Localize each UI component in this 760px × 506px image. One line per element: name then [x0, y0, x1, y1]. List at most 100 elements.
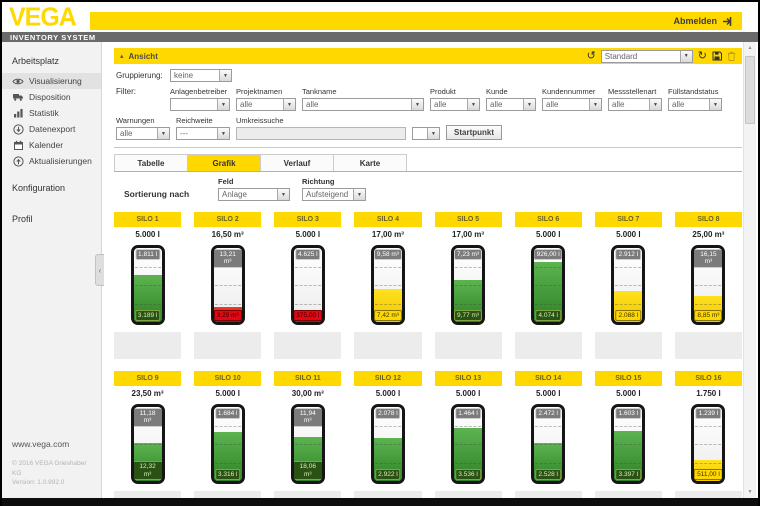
sidebar-item-datenexport[interactable]: Datenexport	[2, 121, 101, 137]
history-icon[interactable]: ↺	[587, 51, 596, 62]
projektnamen-select[interactable]: alle ▼	[236, 98, 296, 111]
subtitle-text: INVENTORY SYSTEM	[2, 33, 96, 42]
silo-empty-value: 11,18 m³	[132, 408, 163, 427]
filter-label: Filter:	[116, 87, 164, 96]
anlagenbetreiber-select[interactable]: ▼	[170, 98, 230, 111]
silo-tank: 2.912 l 2.088 l	[611, 245, 645, 325]
silo-capacity: 1.750 l	[675, 386, 742, 401]
sort-direction-select[interactable]: Aufsteigend ▼	[302, 188, 366, 201]
tab-karte[interactable]: Karte	[333, 154, 407, 171]
sidebar-item-label: Statistik	[29, 108, 59, 118]
sidebar-section-profil[interactable]: Profil	[2, 214, 101, 224]
sort-label: Sortierung nach	[124, 189, 206, 201]
scroll-down-icon[interactable]: ▼	[744, 486, 756, 498]
gruppierung-select[interactable]: keine ▼	[170, 69, 232, 82]
gruppierung-label: Gruppierung:	[116, 71, 164, 80]
tab-grafik[interactable]: Grafik	[187, 154, 261, 171]
silo-card[interactable]: SILO 8 25,00 m³ 16,15 m³ 8,85 m³	[675, 212, 742, 359]
silo-card[interactable]: SILO 14 5.000 l 2.472 l 2.528 l	[515, 371, 582, 498]
silo-title: SILO 4	[354, 212, 421, 227]
sidebar-item-disposition[interactable]: Disposition	[2, 89, 101, 105]
silo-card[interactable]: SILO 12 5.000 l 2.078 l 2.922 l	[354, 371, 421, 498]
silo-card[interactable]: SILO 3 5.000 l 4.625 l 375,00 l	[274, 212, 341, 359]
refresh-icon[interactable]: ↻	[698, 51, 707, 62]
silo-card[interactable]: SILO 9 23,50 m³ 11,18 m³ 12,32 m³	[114, 371, 181, 498]
tank-gridline	[535, 267, 561, 268]
messstellenart-select[interactable]: alle ▼	[608, 98, 662, 111]
produkt-select[interactable]: alle ▼	[430, 98, 480, 111]
silo-capacity: 5.000 l	[194, 386, 261, 401]
tank-gridline	[615, 304, 641, 305]
fuellstandstatus-select[interactable]: alle ▼	[668, 98, 722, 111]
silo-empty-value: 1.239 l	[696, 408, 722, 419]
collapse-left-icon: ‹	[99, 266, 102, 275]
silo-fill-value: 3.189 l	[135, 310, 161, 321]
sidebar-item-visualisierung[interactable]: Visualisierung	[2, 73, 101, 89]
trash-icon[interactable]	[727, 51, 736, 61]
tank-gridline	[615, 285, 641, 286]
sidebar-item-kalender[interactable]: Kalender	[2, 137, 101, 153]
reichweite-select[interactable]: --- ▼	[176, 127, 230, 140]
tank-gridline	[535, 285, 561, 286]
sidebar-collapse-handle[interactable]: ‹	[95, 254, 104, 286]
sort-field-select[interactable]: Anlage ▼	[218, 188, 290, 201]
kunde-select[interactable]: alle ▼	[486, 98, 536, 111]
logout-button[interactable]: Abmelden	[673, 16, 717, 26]
silo-capacity: 17,00 m³	[435, 227, 502, 242]
scrollbar-thumb[interactable]	[745, 56, 755, 124]
sidebar-item-label: Datenexport	[29, 124, 75, 134]
silo-tank-zone: 2.472 l 2.528 l	[515, 401, 582, 487]
silo-tank-zone: 9,58 m³ 7,42 m³	[354, 242, 421, 328]
silo-card[interactable]: SILO 4 17,00 m³ 9,58 m³ 7,42 m³	[354, 212, 421, 359]
warnungen-select[interactable]: alle ▼	[116, 127, 170, 140]
view-panel-header[interactable]: ▴ Ansicht ↺ Standard ▼ ↻	[114, 48, 742, 64]
save-icon[interactable]	[712, 51, 722, 61]
silo-card[interactable]: SILO 6 5.000 l 926,00 l 4.074 l	[515, 212, 582, 359]
silo-card[interactable]: SILO 16 1.750 l 1.239 l 511,00 l	[675, 371, 742, 498]
chevron-down-icon: ▼	[217, 99, 229, 110]
chevron-down-icon: ▼	[411, 99, 423, 110]
tank-gridline	[215, 285, 241, 286]
silo-card[interactable]: SILO 10 5.000 l 1.684 l 3.316 l	[194, 371, 261, 498]
silo-empty-value: 1.811 l	[135, 249, 160, 260]
sidebar-section-arbeitsplatz: Arbeitsplatz	[2, 56, 101, 66]
silo-card-footer	[435, 332, 502, 359]
silo-card[interactable]: SILO 13 5.000 l 1.464 l 3.536 l	[435, 371, 502, 498]
silo-card[interactable]: SILO 15 5.000 l 1.603 l 3.397 l	[595, 371, 662, 498]
sidebar-section-konfiguration[interactable]: Konfiguration	[2, 183, 101, 193]
sidebar-item-statistik[interactable]: Statistik	[2, 105, 101, 121]
tank-gridline	[455, 304, 481, 305]
silo-card[interactable]: SILO 2 16,50 m³ 13,21 m³ 3,29 m³	[194, 212, 261, 359]
startpunkt-button[interactable]: Startpunkt	[446, 125, 502, 140]
umkreis-unit-select[interactable]: ▼	[412, 127, 440, 140]
tab-verlauf[interactable]: Verlauf	[260, 154, 334, 171]
tank-gridline	[695, 444, 721, 445]
silo-title: SILO 11	[274, 371, 341, 386]
umkreissuche-input[interactable]	[236, 127, 406, 140]
kundennummer-select[interactable]: alle ▼	[542, 98, 602, 111]
sidebar-item-aktualisierungen[interactable]: Aktualisierungen	[2, 153, 101, 169]
silo-card-footer	[354, 491, 421, 498]
truck-icon	[12, 91, 24, 103]
vertical-scrollbar[interactable]: ▲ ▼	[743, 42, 756, 498]
silo-card[interactable]: SILO 7 5.000 l 2.912 l 2.088 l	[595, 212, 662, 359]
tab-tabelle[interactable]: Tabelle	[114, 154, 188, 171]
tankname-select[interactable]: alle ▼	[302, 98, 424, 111]
scroll-up-icon[interactable]: ▲	[744, 42, 756, 54]
website-link[interactable]: www.vega.com	[12, 439, 95, 449]
logout-icon[interactable]	[722, 16, 733, 27]
tank-gridline	[215, 426, 241, 427]
silo-title: SILO 6	[515, 212, 582, 227]
silo-card[interactable]: SILO 5 17,00 m³ 7,23 m³ 9,77 m³	[435, 212, 502, 359]
silo-card-footer	[595, 491, 662, 498]
silo-fill-value: 9,77 m³	[454, 310, 482, 321]
silo-capacity: 5.000 l	[435, 386, 502, 401]
silo-title: SILO 14	[515, 371, 582, 386]
silo-title: SILO 15	[595, 371, 662, 386]
silo-card[interactable]: SILO 11 30,00 m³ 11,94 m³ 18,06 m³	[274, 371, 341, 498]
collapse-up-icon: ▴	[120, 52, 124, 60]
silo-card-footer	[194, 491, 261, 498]
tank-gridline	[375, 267, 401, 268]
silo-card[interactable]: SILO 1 5.000 l 1.811 l 3.189 l	[114, 212, 181, 359]
preset-select[interactable]: Standard ▼	[601, 50, 693, 63]
